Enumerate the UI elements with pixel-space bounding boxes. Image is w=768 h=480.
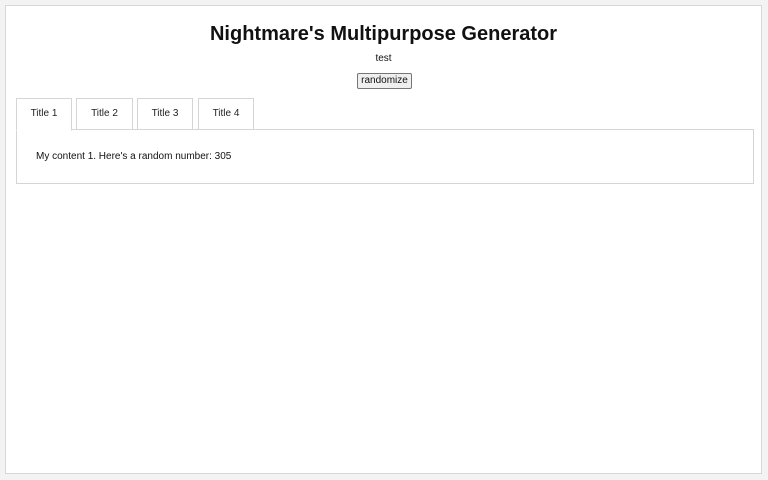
tabs-container: Title 1 Title 2 Title 3 Title 4 My conte… [16,98,755,185]
content-text: My content 1. Here's a random number: [36,151,215,162]
tab-title-4[interactable]: Title 4 [198,98,254,130]
tab-panel-content: My content 1. Here's a random number: 30… [36,151,231,163]
tab-label: Title 3 [151,108,179,119]
randomize-button[interactable]: randomize [357,73,412,89]
tab-label: Title 4 [212,108,240,119]
tab-panel: My content 1. Here's a random number: 30… [16,129,754,184]
subtitle: test [375,53,392,64]
tab-label: Title 1 [30,108,58,119]
tab-label: Title 2 [91,108,118,119]
page-frame: Nightmare's Multipurpose Generator test … [5,5,762,474]
page-title: Nightmare's Multipurpose Generator [209,23,558,45]
tab-title-2[interactable]: Title 2 [76,98,133,130]
random-number: 305 [214,151,232,162]
tab-title-1[interactable]: Title 1 [16,98,72,131]
tab-title-3[interactable]: Title 3 [137,98,193,130]
